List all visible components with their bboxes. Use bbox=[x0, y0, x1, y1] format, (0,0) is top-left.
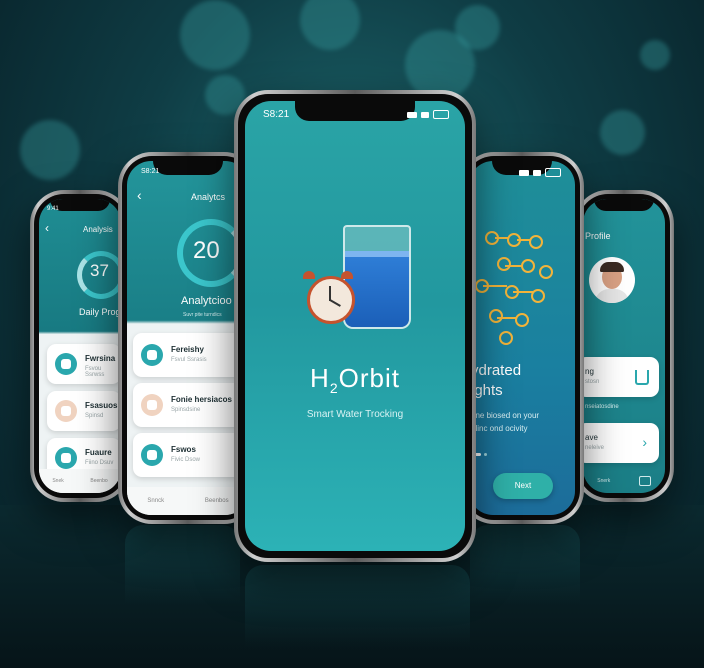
signal-icon bbox=[519, 169, 529, 176]
battery-icon bbox=[433, 110, 449, 119]
onboarding-body: ene biosed on your ulinc ond ocivity bbox=[471, 411, 540, 433]
status-time: S8:21 bbox=[263, 109, 290, 120]
bokeh-light bbox=[20, 120, 80, 180]
screen-heading: Analytcioo bbox=[181, 295, 232, 307]
status-time: 9:41 bbox=[47, 206, 59, 212]
gauge-icon bbox=[141, 444, 163, 466]
water-glass-icon bbox=[635, 370, 649, 385]
signal-icon bbox=[407, 111, 417, 118]
gauge-icon bbox=[55, 447, 77, 469]
tab-home[interactable]: Snnck bbox=[147, 498, 164, 504]
phone-profile: Profile ng stosn nseiatosdine ave neleiv… bbox=[574, 190, 674, 502]
wifi-icon bbox=[533, 169, 541, 176]
next-button[interactable]: Next bbox=[493, 473, 553, 499]
section-label: nseiatosdine bbox=[585, 404, 619, 410]
tab-home[interactable]: Snek bbox=[52, 478, 63, 484]
bokeh-light bbox=[455, 5, 500, 50]
app-logo: H2Orbit bbox=[310, 363, 400, 397]
alarm-clock-icon bbox=[307, 276, 355, 324]
avatar-icon bbox=[141, 394, 163, 416]
back-icon[interactable]: ‹ bbox=[45, 221, 49, 235]
screen-profile: Profile ng stosn nseiatosdine ave neleiv… bbox=[583, 199, 665, 493]
list-item[interactable]: Fereishy Fsvul Ssrasis bbox=[133, 333, 249, 377]
chevron-right-icon: › bbox=[642, 434, 647, 450]
water-drop-icon bbox=[141, 344, 163, 366]
ring-value: 20 bbox=[193, 237, 220, 264]
water-glass-icon bbox=[343, 225, 411, 329]
settings-row[interactable]: ave neleive › bbox=[583, 423, 659, 463]
screen-subheading: Suvr pite turndics bbox=[183, 312, 222, 318]
battery-icon bbox=[545, 168, 561, 177]
bokeh-light bbox=[180, 0, 250, 70]
phone-onboarding: ydrated ights ene biosed on your ulinc o… bbox=[460, 152, 584, 524]
bokeh-light bbox=[600, 110, 645, 155]
screen-title: Analysis bbox=[83, 225, 113, 234]
phone-reflection bbox=[245, 565, 470, 668]
home-icon[interactable] bbox=[638, 476, 651, 486]
phone-reflection bbox=[470, 525, 580, 625]
wifi-icon bbox=[421, 111, 429, 118]
avatar-icon bbox=[55, 400, 77, 422]
profile-stat-card[interactable]: ng stosn bbox=[583, 357, 659, 397]
screen-title: Profile bbox=[585, 231, 611, 241]
phone-splash: S8:21 H2Orbit Smart Water Trocking bbox=[234, 90, 476, 562]
screen-title: Analytcs bbox=[191, 192, 226, 202]
onboarding-heading: ydrated ights bbox=[471, 362, 522, 399]
status-time: S8:21 bbox=[141, 168, 160, 175]
tab-bar: Snerk bbox=[583, 469, 665, 493]
list-item[interactable]: Fwrsina Fsvou Ssrwss bbox=[47, 344, 121, 384]
screen-onboarding: ydrated ights ene biosed on your ulinc o… bbox=[469, 161, 575, 515]
app-tagline: Smart Water Trocking bbox=[306, 409, 404, 420]
tab-bar: Snek Beenbo bbox=[39, 469, 121, 493]
avatar bbox=[589, 257, 635, 303]
list-item[interactable]: Fonie hersiacos Spinsdsine bbox=[133, 383, 249, 427]
back-icon[interactable]: ‹ bbox=[137, 187, 142, 203]
screen-splash: S8:21 H2Orbit Smart Water Trocking bbox=[245, 101, 465, 551]
bokeh-light bbox=[640, 40, 670, 70]
phone-reflection bbox=[125, 525, 240, 625]
tab-second[interactable]: Beenbo bbox=[90, 478, 107, 484]
list-item[interactable]: Fswos Fivic Dsow bbox=[133, 433, 249, 477]
screen-analytics: S8:21 ‹ Analytcs 20 Analytcioo Suvr pite… bbox=[127, 161, 249, 515]
bokeh-light bbox=[300, 0, 360, 50]
list-item[interactable]: Fsasuos Spinsd bbox=[47, 391, 121, 431]
water-drop-icon bbox=[55, 353, 77, 375]
phone-far-left: 9:41 ‹ Analysis 37 Daily Prog Fwrsina Fs… bbox=[30, 190, 130, 502]
tab-home[interactable]: Snerk bbox=[597, 478, 610, 484]
screen-analysis-far-left: 9:41 ‹ Analysis 37 Daily Prog Fwrsina Fs… bbox=[39, 199, 121, 493]
screen-heading: Daily Prog bbox=[79, 307, 121, 317]
tab-bar: Snnck Beenbos bbox=[127, 487, 249, 515]
tab-second[interactable]: Beenbos bbox=[205, 498, 229, 504]
ring-value: 37 bbox=[90, 261, 109, 280]
